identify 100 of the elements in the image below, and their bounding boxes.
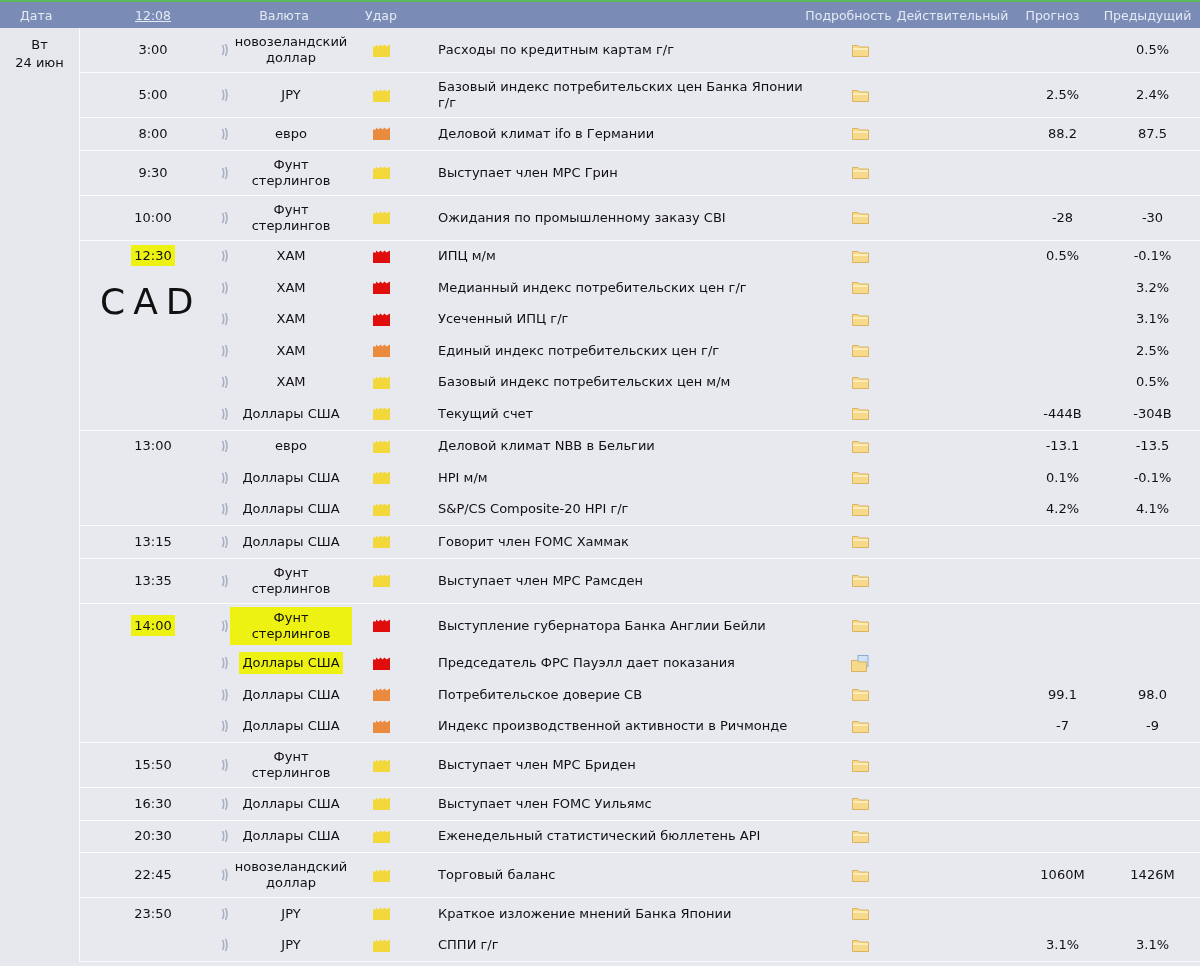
event-title[interactable]: Выступает член FOMC Уильямс: [438, 795, 652, 812]
folder-icon[interactable]: [851, 249, 869, 263]
event-time: 9:30: [138, 164, 168, 180]
sound-icon[interactable]: [221, 758, 229, 772]
event-time: 16:30: [134, 795, 172, 811]
forecast-value: 0.1%: [1046, 469, 1079, 485]
event-title[interactable]: Единый индекс потребительских цен г/г: [438, 342, 720, 359]
sound-icon[interactable]: [221, 312, 229, 327]
event-title[interactable]: СППИ г/г: [438, 937, 499, 954]
event-title[interactable]: HPI м/м: [438, 469, 488, 486]
event-title[interactable]: Говорит член FOMC Хаммак: [438, 533, 629, 550]
event-title[interactable]: Деловой климат NBB в Бельгии: [438, 438, 655, 455]
sound-icon[interactable]: [221, 165, 229, 180]
date-label: 24 июн: [14, 54, 65, 72]
currency-label: Доллары США: [242, 501, 340, 518]
folder-icon[interactable]: [851, 88, 869, 102]
sound-icon[interactable]: [221, 796, 229, 811]
previous-value: 4.1%: [1136, 501, 1169, 517]
sound-icon[interactable]: [221, 502, 229, 517]
folder-icon[interactable]: [851, 535, 869, 549]
folder-icon[interactable]: [851, 907, 869, 921]
sound-icon[interactable]: [221, 719, 229, 734]
currency-label: Фунт стерлингов: [250, 201, 332, 234]
event-title[interactable]: Выступает член MPC Бриден: [438, 757, 636, 773]
folder-icon[interactable]: [851, 43, 869, 57]
folder-icon[interactable]: [851, 375, 869, 389]
folder-icon[interactable]: [851, 619, 869, 632]
event-title[interactable]: Усеченный ИПЦ г/г: [438, 311, 569, 328]
currency-label: евро: [275, 125, 307, 142]
sound-icon[interactable]: [221, 618, 229, 633]
folder-icon[interactable]: [851, 829, 869, 843]
sound-icon[interactable]: [221, 375, 229, 390]
event-title[interactable]: Медианный индекс потребительских цен г/г: [438, 279, 747, 296]
forecast-value: 99.1: [1048, 686, 1077, 702]
sound-icon[interactable]: [221, 906, 229, 921]
weekday-label: Вт: [30, 36, 49, 54]
previous-value: 3.1%: [1136, 311, 1169, 327]
folder-icon[interactable]: [851, 797, 869, 811]
folder-icon[interactable]: [851, 938, 869, 952]
event-title[interactable]: Потребительское доверие CB: [438, 686, 643, 703]
currency-label: новозеландский доллар: [233, 34, 349, 66]
folder-icon[interactable]: [851, 868, 869, 882]
sound-icon[interactable]: [221, 88, 229, 102]
event-title[interactable]: Деловой климат ifo в Германии: [438, 125, 655, 142]
forecast-value: -444B: [1043, 405, 1082, 421]
event-time: 13:35: [134, 572, 172, 588]
event-title[interactable]: Базовый индекс потребительских цен Банка Японии г/г: [438, 79, 806, 111]
sound-icon[interactable]: [221, 470, 229, 485]
event-title[interactable]: Выступление губернатора Банка Англии Бейли: [438, 617, 766, 634]
event-title[interactable]: S&P/CS Composite-20 HPI г/г: [438, 501, 629, 518]
folder-icon[interactable]: [851, 407, 869, 421]
previous-value: 0.5%: [1136, 374, 1169, 390]
sound-icon[interactable]: [221, 280, 229, 295]
event-title[interactable]: ИПЦ м/м: [438, 248, 496, 265]
folder-icon[interactable]: [851, 719, 869, 733]
event-title[interactable]: Индекс производственной активности в Ричмонде: [438, 718, 788, 735]
folder-icon[interactable]: [851, 312, 869, 326]
event-title[interactable]: Выступает член MPC Грин: [438, 164, 618, 181]
sound-icon[interactable]: [221, 439, 229, 454]
event-title[interactable]: Председатель ФРС Пауэлл дает показания: [438, 655, 735, 672]
event-title[interactable]: Базовый индекс потребительских цен м/м: [438, 374, 731, 391]
folder-icon[interactable]: [851, 574, 869, 587]
sound-icon[interactable]: [221, 534, 229, 549]
sound-icon[interactable]: [221, 868, 229, 882]
currency-label: JPY: [281, 905, 301, 922]
folder-icon[interactable]: [851, 127, 869, 141]
event-title[interactable]: Расходы по кредитным картам г/г: [438, 42, 674, 58]
sound-icon[interactable]: [221, 406, 229, 421]
sound-icon[interactable]: [221, 938, 229, 953]
currency-label: Фунт стерлингов: [250, 749, 332, 781]
folder-icon[interactable]: [851, 211, 869, 224]
sound-icon[interactable]: [221, 573, 229, 588]
currency-label: JPY: [281, 87, 301, 103]
sound-icon[interactable]: [221, 829, 229, 844]
sound-icon[interactable]: [221, 126, 229, 141]
sound-icon[interactable]: [221, 687, 229, 702]
event-title[interactable]: Еженедельный статистический бюллетень API: [438, 828, 761, 845]
previous-value: -0.1%: [1133, 248, 1172, 264]
currency-label: новозеландский доллар: [233, 859, 349, 891]
folder-icon[interactable]: [851, 758, 869, 772]
folder-icon[interactable]: [851, 502, 869, 516]
forecast-value: -13.1: [1045, 438, 1080, 454]
sound-icon[interactable]: [221, 656, 229, 671]
event-title[interactable]: Краткое изложение мнений Банка Японии: [438, 905, 732, 922]
folder-icon[interactable]: [851, 439, 869, 453]
folder-icon[interactable]: [851, 344, 869, 358]
folder-document-icon[interactable]: [850, 654, 870, 672]
event-title[interactable]: Выступает член MPC Рамсден: [438, 572, 643, 589]
sound-icon[interactable]: [221, 210, 229, 225]
folder-icon[interactable]: [851, 688, 869, 702]
folder-icon[interactable]: [851, 281, 869, 295]
folder-icon[interactable]: [851, 166, 869, 179]
event-title[interactable]: Ожидания по промышленному заказу CBI: [438, 209, 726, 226]
folder-icon[interactable]: [851, 471, 869, 485]
sound-icon[interactable]: [221, 249, 229, 264]
event-title[interactable]: Торговый баланс: [438, 867, 556, 883]
event-time: 23:50: [134, 905, 172, 921]
event-title[interactable]: Текущий счет: [438, 405, 534, 422]
sound-icon[interactable]: [221, 343, 229, 358]
sound-icon[interactable]: [221, 43, 229, 57]
